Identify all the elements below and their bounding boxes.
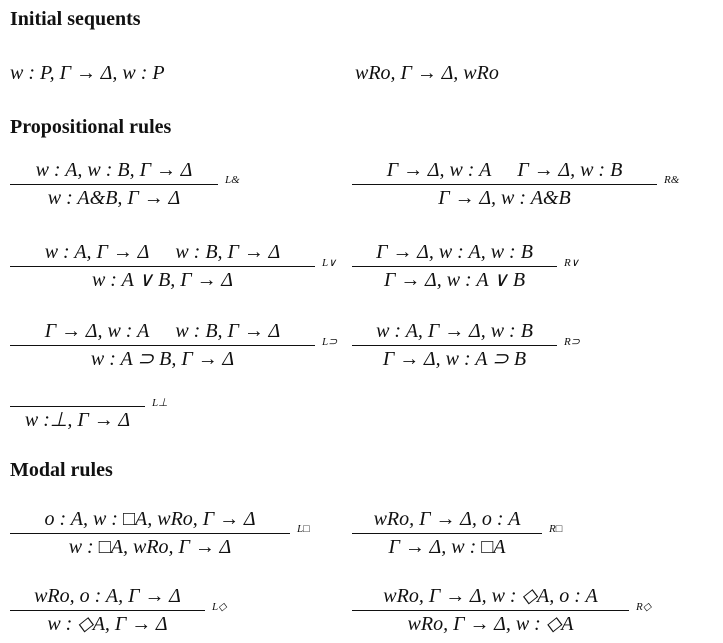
- rule-label: L□: [297, 523, 310, 535]
- premise: Γ → Δ, w : B: [517, 159, 623, 181]
- inference-fraction: o : A, w : □A, wRo, Γ → Δ w : □A, wRo, Γ …: [10, 507, 290, 559]
- rule-rimp: w : A, Γ → Δ, w : B Γ → Δ, w : A ⊃ B R⊃: [352, 319, 580, 371]
- rule-label: R◇: [636, 600, 652, 613]
- inference-line: [352, 610, 629, 611]
- premises: wRo, Γ → Δ, o : A: [374, 507, 521, 531]
- conclusion: w : A ⊃ B, Γ → Δ: [90, 348, 235, 370]
- premises: Γ → Δ, w : A, w : B: [376, 240, 533, 264]
- inference-fraction: Γ → Δ, w : A Γ → Δ, w : B Γ → Δ, w : A&B: [352, 158, 657, 210]
- premises: wRo, o : A, Γ → Δ: [34, 584, 181, 608]
- rule-lbox: o : A, w : □A, wRo, Γ → Δ w : □A, wRo, Γ …: [10, 507, 310, 559]
- inference-line: [10, 406, 145, 407]
- heading-propositional-rules: Propositional rules: [10, 116, 172, 138]
- inference-fraction: Γ → Δ, w : A w : B, Γ → Δ w : A ⊃ B, Γ → Δ: [10, 319, 315, 371]
- premises: o : A, w : □A, wRo, Γ → Δ: [44, 507, 255, 531]
- premise: w : A, Γ → Δ: [44, 241, 150, 263]
- inference-line: [352, 266, 557, 267]
- conclusion: w :⊥, Γ → Δ: [24, 409, 131, 431]
- premise: Γ → Δ, w : A: [44, 320, 150, 342]
- rule-label: R&: [664, 174, 680, 186]
- rule-lor: w : A, Γ → Δ w : B, Γ → Δ w : A ∨ B, Γ → Δ…: [10, 240, 336, 292]
- inference-fraction: w : A, Γ → Δ, w : B Γ → Δ, w : A ⊃ B: [352, 319, 557, 371]
- conclusion: wRo, Γ → Δ, w : ◇A: [407, 613, 574, 635]
- premises: Γ → Δ, w : A w : B, Γ → Δ: [45, 319, 281, 343]
- premises: w : A, w : B, Γ → Δ: [36, 158, 193, 182]
- conclusion: w : ◇A, Γ → Δ: [47, 613, 168, 635]
- inference-fraction: w : A, Γ → Δ w : B, Γ → Δ w : A ∨ B, Γ → Δ: [10, 240, 315, 292]
- rule-land: w : A, w : B, Γ → Δ w : A&B, Γ → Δ L&: [10, 158, 240, 210]
- initial-sequent-relation: wRo, Γ → Δ, wRo: [355, 62, 499, 84]
- inference-line: [352, 533, 542, 534]
- inference-fraction: wRo, Γ → Δ, o : A Γ → Δ, w : □A: [352, 507, 542, 559]
- conclusion: Γ → Δ, w : A ∨ B: [383, 269, 526, 291]
- conclusion: Γ → Δ, w : □A: [388, 536, 506, 558]
- premise: o : A, w : □A, wRo, Γ → Δ: [44, 508, 256, 530]
- rule-lbot: w :⊥, Γ → Δ L⊥: [10, 380, 168, 432]
- rule-ror: Γ → Δ, w : A, w : B Γ → Δ, w : A ∨ B R∨: [352, 240, 579, 292]
- conclusion: Γ → Δ, w : A ⊃ B: [382, 348, 527, 370]
- inference-line: [10, 610, 205, 611]
- premise: w : B, Γ → Δ: [175, 241, 281, 263]
- conclusion: w : A ∨ B, Γ → Δ: [91, 269, 234, 291]
- premise: wRo, Γ → Δ, w : ◇A, o : A: [383, 585, 598, 607]
- conclusion: w : A&B, Γ → Δ: [47, 187, 181, 209]
- conclusion: w : □A, wRo, Γ → Δ: [68, 536, 232, 558]
- heading-modal-rules: Modal rules: [10, 459, 113, 481]
- rule-rbox: wRo, Γ → Δ, o : A Γ → Δ, w : □A R□: [352, 507, 562, 559]
- premise: w : A, w : B, Γ → Δ: [35, 159, 193, 181]
- inference-line: [10, 345, 315, 346]
- premise: Γ → Δ, w : A, w : B: [376, 241, 533, 263]
- rule-label: L⊃: [322, 335, 338, 348]
- inference-fraction: wRo, Γ → Δ, w : ◇A, o : A wRo, Γ → Δ, w :…: [352, 584, 629, 636]
- initial-sequent-world: w : P, Γ → Δ, w : P: [10, 62, 165, 84]
- conclusion: Γ → Δ, w : A&B: [438, 187, 571, 209]
- heading-initial-sequents: Initial sequents: [10, 8, 141, 30]
- premises: w : A, Γ → Δ w : B, Γ → Δ: [45, 240, 281, 264]
- premises: wRo, Γ → Δ, w : ◇A, o : A: [383, 584, 597, 608]
- inference-fraction: w :⊥, Γ → Δ: [10, 380, 145, 432]
- rule-rdia: wRo, Γ → Δ, w : ◇A, o : A wRo, Γ → Δ, w :…: [352, 584, 651, 636]
- premise: w : B, Γ → Δ: [175, 320, 281, 342]
- premise: wRo, Γ → Δ, o : A: [373, 508, 521, 530]
- rule-rand: Γ → Δ, w : A Γ → Δ, w : B Γ → Δ, w : A&B R&: [352, 158, 679, 210]
- rule-label: R□: [549, 523, 563, 535]
- rule-label: L⊥: [152, 396, 168, 409]
- inference-line: [352, 345, 557, 346]
- premise: Γ → Δ, w : A: [386, 159, 492, 181]
- inference-line: [10, 533, 290, 534]
- rule-label: L∨: [322, 256, 337, 269]
- rule-limp: Γ → Δ, w : A w : B, Γ → Δ w : A ⊃ B, Γ → Δ…: [10, 319, 337, 371]
- inference-line: [10, 266, 315, 267]
- rule-label: R∨: [564, 256, 579, 269]
- inference-line: [352, 184, 657, 185]
- inference-fraction: wRo, o : A, Γ → Δ w : ◇A, Γ → Δ: [10, 584, 205, 636]
- inference-fraction: w : A, w : B, Γ → Δ w : A&B, Γ → Δ: [10, 158, 218, 210]
- premise: wRo, o : A, Γ → Δ: [34, 585, 181, 607]
- page: Initial sequents w : P, Γ → Δ, w : P wRo…: [0, 0, 723, 643]
- inference-line: [10, 184, 218, 185]
- rule-label: R⊃: [564, 335, 580, 348]
- rule-label: L&: [225, 174, 240, 186]
- rule-ldia: wRo, o : A, Γ → Δ w : ◇A, Γ → Δ L◇: [10, 584, 227, 636]
- inference-fraction: Γ → Δ, w : A, w : B Γ → Δ, w : A ∨ B: [352, 240, 557, 292]
- rule-label: L◇: [212, 600, 227, 613]
- premises: Γ → Δ, w : A Γ → Δ, w : B: [387, 158, 623, 182]
- premises: w : A, Γ → Δ, w : B: [376, 319, 533, 343]
- premise: w : A, Γ → Δ, w : B: [376, 320, 533, 342]
